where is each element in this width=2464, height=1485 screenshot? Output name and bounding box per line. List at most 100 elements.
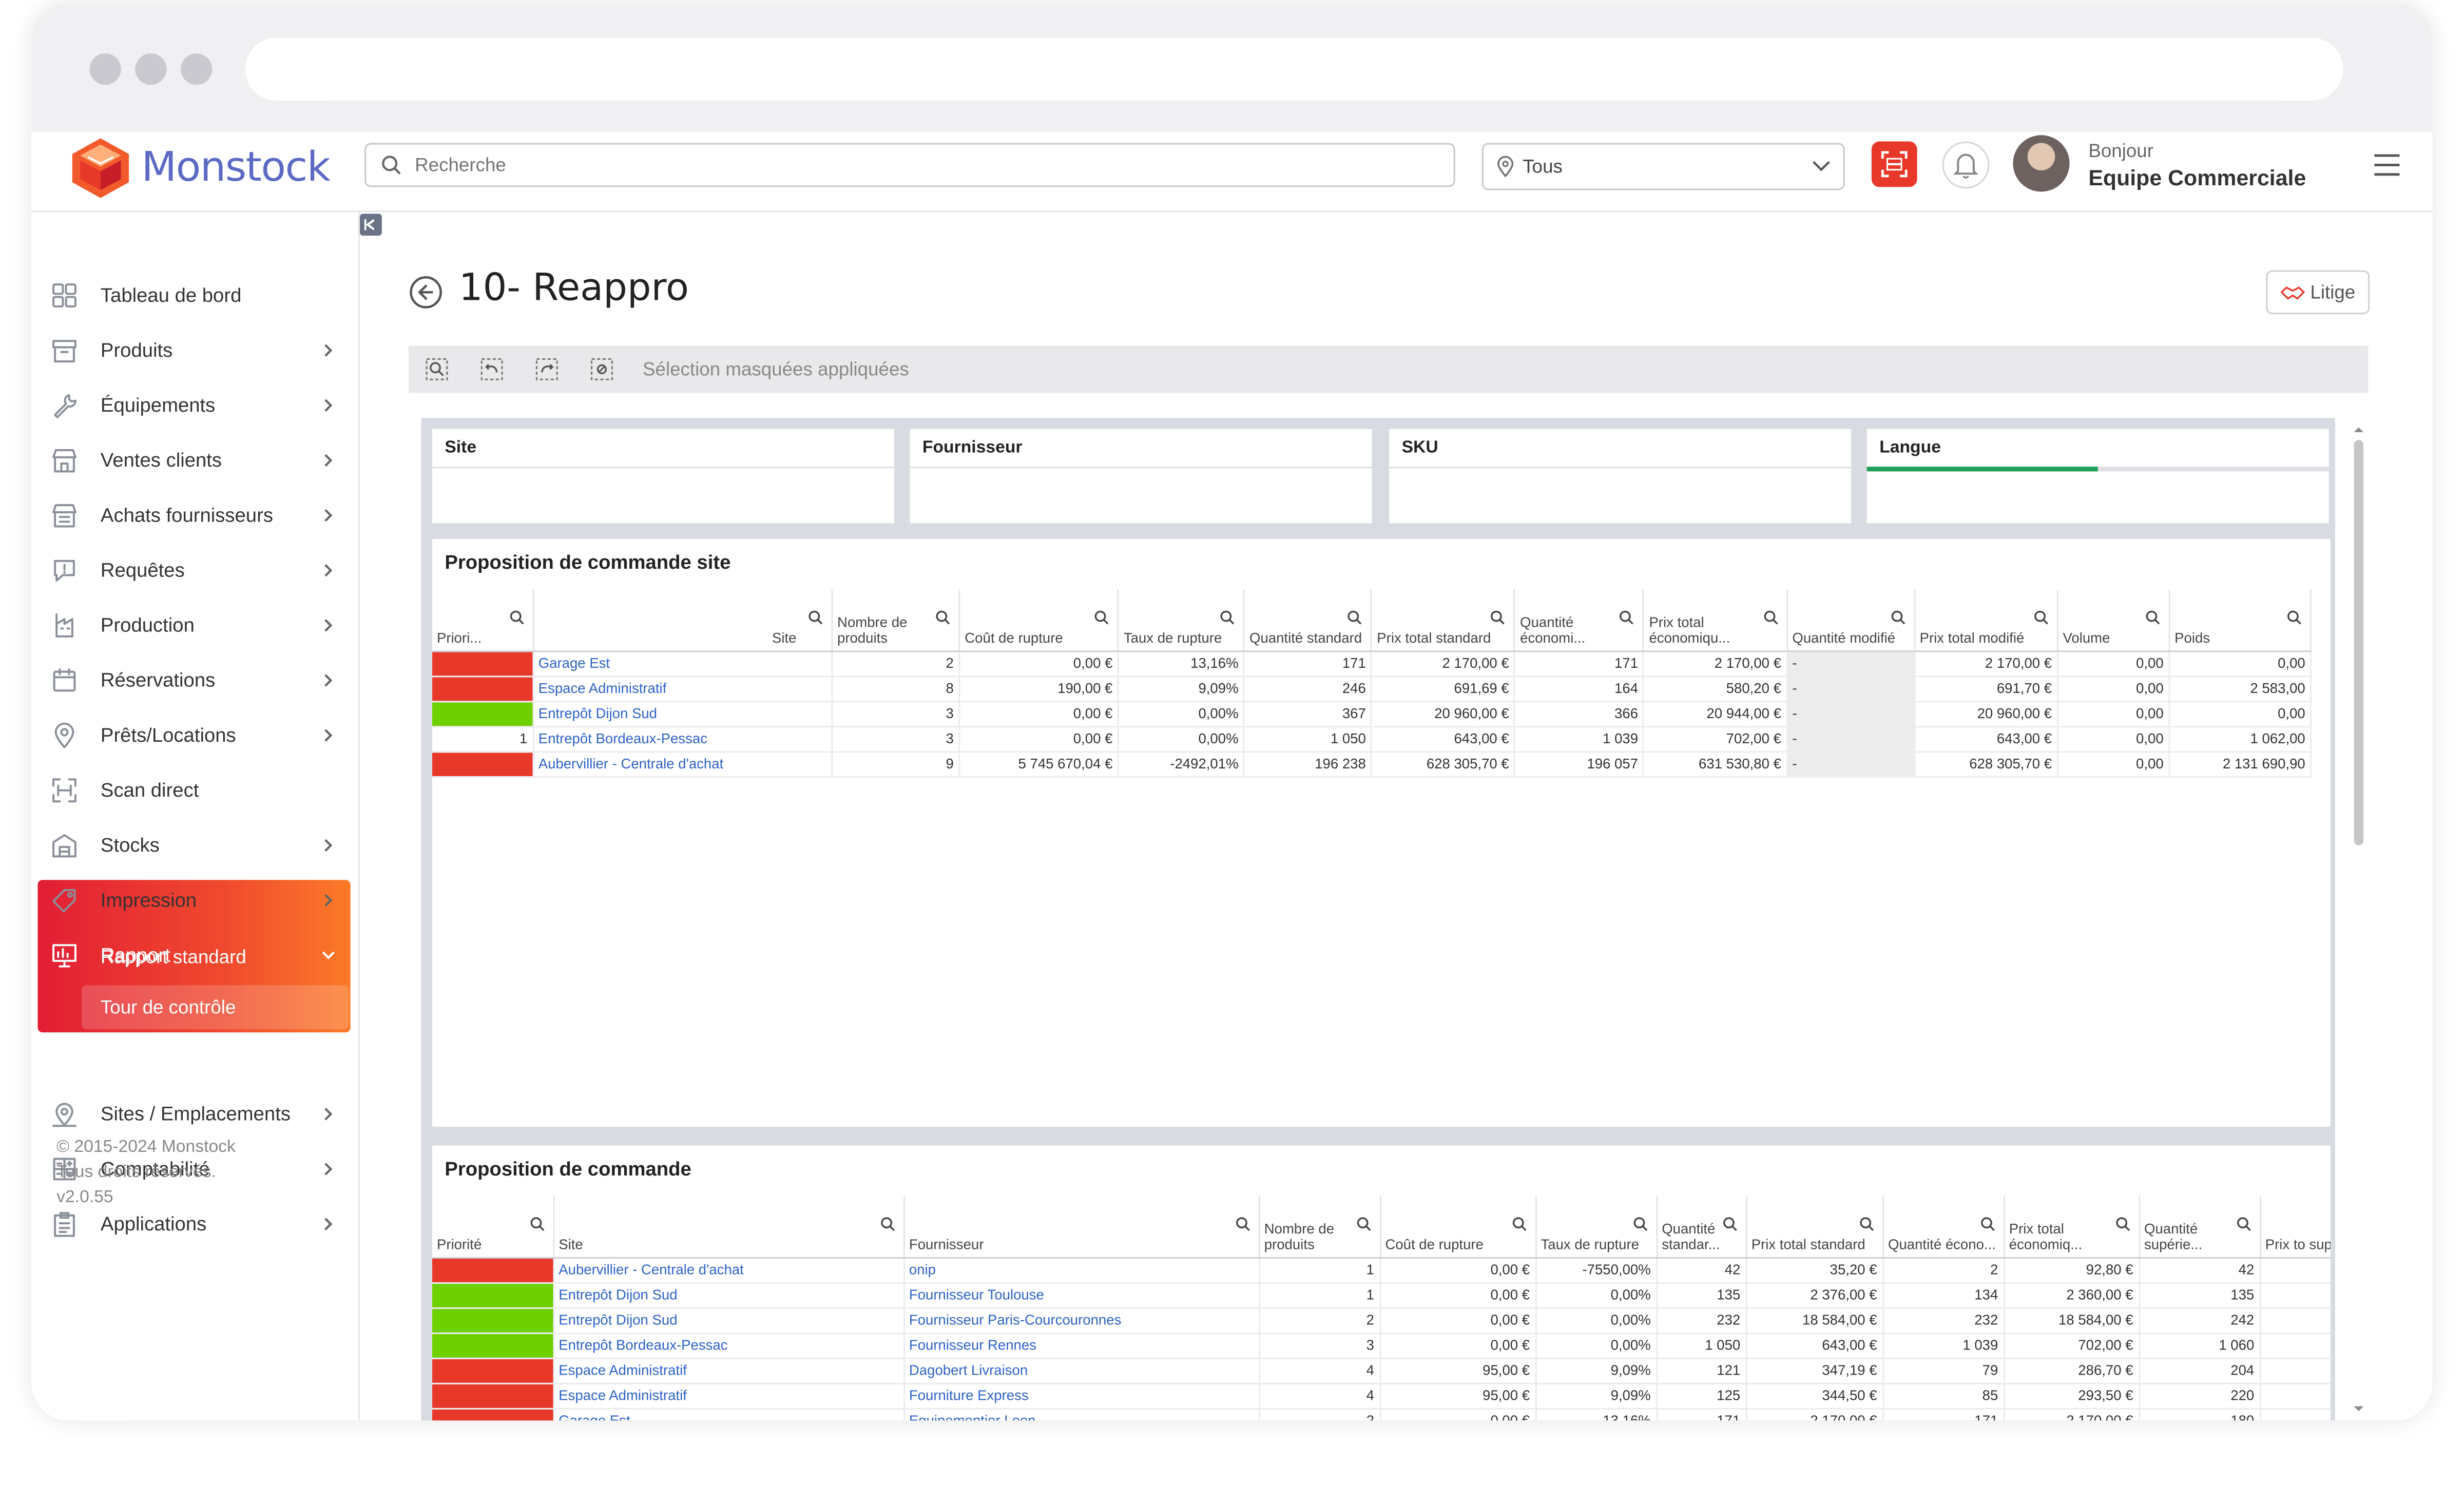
site-link[interactable]: Espace Administratif [553, 1358, 904, 1384]
column-header[interactable]: Coût de rupture [1379, 1195, 1536, 1259]
column-header[interactable]: Prix to supér [2260, 1195, 2331, 1259]
site-link[interactable]: Entrepôt Dijon Sud [532, 701, 833, 728]
column-header[interactable]: Site [532, 589, 833, 652]
column-search-icon[interactable] [1490, 610, 1506, 626]
clear-selection-icon[interactable] [589, 357, 614, 382]
site-link[interactable]: Entrepôt Dijon Sud [553, 1283, 904, 1309]
column-header[interactable]: Fournisseur [903, 1195, 1260, 1259]
column-header[interactable]: Coût de rupture [959, 589, 1119, 652]
search-input[interactable] [412, 152, 1424, 178]
sidebar-item-scan-direct[interactable]: Scan direct [37, 764, 352, 817]
zoom-selection-icon[interactable] [425, 357, 450, 382]
column-search-icon[interactable] [1632, 1216, 1648, 1232]
notifications-button[interactable] [1942, 141, 1990, 189]
column-search-icon[interactable] [1762, 610, 1778, 626]
column-header[interactable]: Quantité supérie... [2139, 1195, 2261, 1259]
litige-button[interactable]: Litige [2266, 270, 2370, 315]
column-search-icon[interactable] [2033, 610, 2049, 626]
column-header[interactable]: Nombre de produits [832, 589, 960, 652]
column-search-icon[interactable] [2286, 610, 2302, 626]
logo[interactable]: Monstock [69, 132, 331, 204]
table-row[interactable]: Entrepôt Bordeaux-Pessac Fournisseur Renn… [432, 1333, 2331, 1359]
column-search-icon[interactable] [1094, 610, 1110, 626]
site-link[interactable]: Garage Est [553, 1409, 904, 1421]
undo-selection-icon[interactable] [479, 357, 505, 382]
site-select[interactable]: Tous [1481, 143, 1845, 190]
fournisseur-link[interactable]: Dagobert Livraison [903, 1358, 1260, 1384]
column-header[interactable]: Site [553, 1195, 904, 1259]
column-search-icon[interactable] [2114, 1216, 2130, 1232]
site-link[interactable]: Aubervillier - Centrale d'achat [532, 751, 833, 778]
sidebar-subitem-tour-de-controle[interactable]: Tour de contrôle [82, 985, 349, 1030]
table-row[interactable]: Entrepôt Dijon Sud 3 0,00 €0,00% 367 20 960,… [432, 701, 2312, 728]
column-search-icon[interactable] [1220, 610, 1236, 626]
column-search-icon[interactable] [509, 610, 525, 626]
filter-sku[interactable]: SKU [1389, 429, 1852, 524]
vertical-scrollbar[interactable] [2349, 418, 2369, 1411]
column-search-icon[interactable] [1235, 1216, 1250, 1232]
sidebar-subitem-rapport-standard[interactable]: Rapport standard [82, 935, 349, 979]
table-row[interactable]: Garage Est 2 0,00 €13,16% 171 2 170,00 €171 2… [432, 651, 2312, 678]
site-link[interactable]: Espace Administratif [532, 676, 833, 703]
search-box[interactable] [364, 143, 1455, 187]
table-row[interactable]: Garage Est Equipementier Leon 2 0,00 €13,16… [432, 1409, 2331, 1421]
filter-langue[interactable]: Langue [1866, 429, 2329, 524]
sidebar-item-tableau-de-bord[interactable]: Tableau de bord [37, 268, 352, 322]
filter-fournisseur[interactable]: Fournisseur [910, 429, 1372, 524]
sidebar-item-requetes[interactable]: Requêtes [37, 544, 352, 597]
column-search-icon[interactable] [879, 1216, 895, 1232]
column-header[interactable]: Quantité standar... [1656, 1195, 1747, 1259]
table-row[interactable]: Espace Administratif Dagobert Livraison 4 9… [432, 1358, 2331, 1384]
column-search-icon[interactable] [529, 1216, 545, 1232]
sidebar-item-reservations[interactable]: Réservations [37, 653, 352, 707]
table-row[interactable]: Entrepôt Dijon Sud Fournisseur Toulouse 1 0… [432, 1283, 2331, 1309]
scrollbar-thumb[interactable] [2354, 440, 2364, 845]
fournisseur-link[interactable]: Fournisseur Toulouse [903, 1283, 1260, 1309]
column-search-icon[interactable] [1355, 1216, 1371, 1232]
column-header[interactable]: Quantité modifié [1786, 589, 1915, 652]
column-search-icon[interactable] [2236, 1216, 2251, 1232]
fournisseur-link[interactable]: Equipementier Leon [903, 1409, 1260, 1421]
column-header[interactable]: Prix total standard [1371, 589, 1516, 652]
collapse-sidebar-button[interactable] [360, 214, 382, 236]
window-close-dot[interactable] [89, 53, 121, 85]
column-header[interactable]: Priorité [432, 1195, 554, 1259]
window-maximize-dot[interactable] [181, 53, 213, 85]
fournisseur-link[interactable]: Fournisseur Paris-Courcouronnes [903, 1308, 1260, 1334]
sidebar-item-ventes-clients[interactable]: Ventes clients [37, 434, 352, 487]
column-search-icon[interactable] [1858, 1216, 1874, 1232]
column-search-icon[interactable] [807, 610, 823, 626]
column-search-icon[interactable] [2145, 610, 2161, 626]
column-header[interactable]: Prix total économiq... [2004, 1195, 2140, 1259]
column-search-icon[interactable] [935, 610, 951, 626]
sidebar-item-production[interactable]: Production [37, 599, 352, 652]
column-header[interactable]: Volume [2057, 589, 2170, 652]
table-row[interactable]: Aubervillier - Centrale d'achat onip 1 0,00… [432, 1258, 2331, 1284]
column-search-icon[interactable] [1511, 1216, 1527, 1232]
table-row[interactable]: Entrepôt Dijon Sud Fournisseur Paris-Cour… [432, 1308, 2331, 1334]
sidebar-item-prets-locations[interactable]: Prêts/Locations [37, 709, 352, 762]
hamburger-menu-icon[interactable] [2373, 152, 2401, 178]
column-header[interactable]: Nombre de produits [1259, 1195, 1381, 1259]
scroll-down-icon[interactable] [2349, 1402, 2368, 1418]
sidebar-item-equipements[interactable]: Équipements [37, 379, 352, 432]
column-header[interactable]: Quantité économi... [1514, 589, 1645, 652]
column-header[interactable]: Taux de rupture [1118, 589, 1245, 652]
window-minimize-dot[interactable] [135, 53, 167, 85]
sidebar-item-stocks[interactable]: Stocks [37, 819, 352, 872]
site-link[interactable]: Entrepôt Bordeaux-Pessac [553, 1333, 904, 1359]
sidebar-item-produits[interactable]: Produits [37, 324, 352, 377]
column-header[interactable]: Priori... [432, 589, 534, 652]
column-header[interactable]: Poids [2169, 589, 2312, 652]
table-row[interactable]: Aubervillier - Centrale d'achat 9 5 745 67… [432, 751, 2312, 778]
sidebar-item-sites-emplacements[interactable]: Sites / Emplacements [37, 1087, 352, 1141]
column-search-icon[interactable] [1619, 610, 1635, 626]
sidebar-item-achats-fournisseurs[interactable]: Achats fournisseurs [37, 489, 352, 542]
column-header[interactable]: Prix total standard [1745, 1195, 1883, 1259]
redo-selection-icon[interactable] [534, 357, 560, 382]
site-link[interactable]: Entrepôt Dijon Sud [553, 1308, 904, 1334]
fournisseur-link[interactable]: onip [903, 1258, 1260, 1284]
sidebar-item-impression[interactable]: Impression [37, 874, 352, 927]
filter-site[interactable]: Site [432, 429, 894, 524]
table-row[interactable]: Espace Administratif Fourniture Express 4 9… [432, 1383, 2331, 1410]
